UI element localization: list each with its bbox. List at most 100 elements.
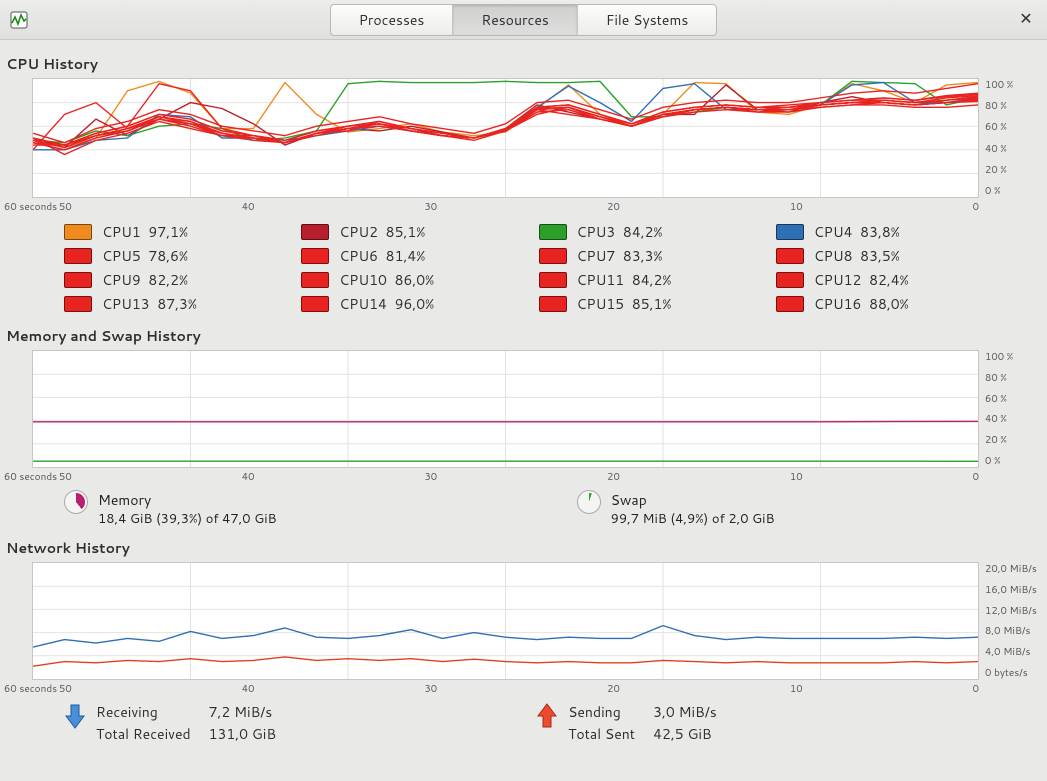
total-received-label: Total Received: [96, 724, 191, 744]
cpu-color-swatch: [301, 272, 329, 288]
cpu-legend-item[interactable]: CPU9 82,2%: [64, 270, 271, 290]
cpu-legend-item[interactable]: CPU2 85,1%: [301, 222, 508, 242]
cpu-legend-label: CPU12 82,4%: [814, 270, 909, 290]
yaxis-tick: 100 %: [985, 350, 1039, 364]
xaxis-tick: 10: [790, 682, 803, 696]
xaxis-tick: 50: [59, 200, 72, 214]
total-received-value: 131,0 GiB: [209, 724, 276, 744]
yaxis-tick: 16,0 MiB/s: [985, 583, 1039, 597]
cpu-legend-item[interactable]: CPU16 88,0%: [776, 294, 983, 314]
cpu-legend-label: CPU5 78,6%: [102, 246, 188, 266]
cpu-yaxis: 100 %80 %60 %40 %20 %0 %: [979, 78, 1039, 198]
system-monitor-icon: [10, 11, 28, 29]
tab-file-systems[interactable]: File Systems: [578, 5, 716, 35]
yaxis-tick: 60 %: [985, 392, 1039, 406]
cpu-legend-item[interactable]: CPU8 83,5%: [776, 246, 983, 266]
cpu-color-swatch: [776, 272, 804, 288]
cpu-color-swatch: [301, 296, 329, 312]
xaxis-tick: 20: [607, 470, 620, 484]
xaxis-tick: 0: [973, 200, 979, 214]
memory-xaxis: 60 seconds 50403020100: [4, 470, 1043, 484]
cpu-legend-label: CPU8 83,5%: [814, 246, 900, 266]
memory-history-title: Memory and Swap History: [6, 326, 1041, 346]
sending-value: 3,0 MiB/s: [653, 702, 717, 722]
yaxis-tick: 12,0 MiB/s: [985, 604, 1039, 618]
cpu-legend-item[interactable]: CPU14 96,0%: [301, 294, 508, 314]
sending-label: Sending: [568, 702, 635, 722]
cpu-legend-item[interactable]: CPU7 83,3%: [539, 246, 746, 266]
cpu-legend-label: CPU13 87,3%: [102, 294, 197, 314]
memory-legend-item: Memory 18,4 GiB (39,3%) of 47,0 GiB: [64, 490, 277, 528]
download-arrow-icon: [64, 702, 86, 730]
swap-legend-item: Swap 99,7 MiB (4,9%) of 2,0 GiB: [577, 490, 775, 528]
network-chart: [32, 562, 979, 680]
xaxis-tick: 50: [59, 682, 72, 696]
cpu-color-swatch: [64, 224, 92, 240]
network-history-title: Network History: [6, 538, 1041, 558]
cpu-chart: [32, 78, 979, 198]
memory-chart: [32, 350, 979, 468]
yaxis-tick: 40 %: [985, 142, 1039, 156]
xaxis-tick: 0: [973, 682, 979, 696]
cpu-legend-item[interactable]: CPU10 86,0%: [301, 270, 508, 290]
cpu-legend-item[interactable]: CPU3 84,2%: [539, 222, 746, 242]
cpu-legend-label: CPU4 83,8%: [814, 222, 900, 242]
cpu-legend-label: CPU3 84,2%: [577, 222, 663, 242]
view-tabs: Processes Resources File Systems: [330, 4, 718, 36]
tab-resources[interactable]: Resources: [453, 5, 577, 35]
yaxis-tick: 20,0 MiB/s: [985, 562, 1039, 576]
xaxis-tick: 20: [607, 682, 620, 696]
cpu-legend-item[interactable]: CPU4 83,8%: [776, 222, 983, 242]
memory-value: 18,4 GiB (39,3%) of 47,0 GiB: [98, 510, 277, 528]
sending-legend-item: Sending 3,0 MiB/s Total Sent 42,5 GiB: [536, 702, 717, 744]
yaxis-tick: 0 %: [985, 454, 1039, 468]
tab-processes[interactable]: Processes: [331, 5, 454, 35]
cpu-legend: CPU1 97,1% CPU2 85,1% CPU3 84,2% CPU4 83,8%…: [4, 214, 1043, 320]
cpu-color-swatch: [539, 272, 567, 288]
yaxis-tick: 80 %: [985, 99, 1039, 113]
swap-label: Swap: [611, 490, 775, 510]
xaxis-tick: 0: [973, 470, 979, 484]
cpu-legend-item[interactable]: CPU12 82,4%: [776, 270, 983, 290]
cpu-legend-item[interactable]: CPU11 84,2%: [539, 270, 746, 290]
network-yaxis: 20,0 MiB/s16,0 MiB/s12,0 MiB/s8,0 MiB/s4…: [979, 562, 1039, 680]
xaxis-tick: 10: [790, 470, 803, 484]
xaxis-tick: 30: [424, 200, 437, 214]
receiving-legend-item: Receiving 7,2 MiB/s Total Received 131,0…: [64, 702, 276, 744]
cpu-color-swatch: [539, 296, 567, 312]
xaxis-tick: 30: [424, 470, 437, 484]
cpu-color-swatch: [301, 248, 329, 264]
cpu-legend-item[interactable]: CPU15 85,1%: [539, 294, 746, 314]
cpu-legend-label: CPU10 86,0%: [339, 270, 434, 290]
titlebar: Processes Resources File Systems ✕: [0, 0, 1047, 40]
yaxis-tick: 0 %: [985, 184, 1039, 198]
cpu-legend-label: CPU15 85,1%: [577, 294, 672, 314]
cpu-color-swatch: [64, 272, 92, 288]
cpu-legend-label: CPU14 96,0%: [339, 294, 434, 314]
total-sent-label: Total Sent: [568, 724, 635, 744]
cpu-color-swatch: [64, 296, 92, 312]
swap-pie-icon: [577, 490, 601, 514]
memory-pie-icon: [64, 490, 88, 514]
cpu-legend-item[interactable]: CPU6 81,4%: [301, 246, 508, 266]
yaxis-tick: 0 bytes/s: [985, 666, 1039, 680]
memory-yaxis: 100 %80 %60 %40 %20 %0 %: [979, 350, 1039, 468]
cpu-legend-label: CPU6 81,4%: [339, 246, 425, 266]
yaxis-tick: 60 %: [985, 120, 1039, 134]
cpu-legend-item[interactable]: CPU5 78,6%: [64, 246, 271, 266]
cpu-color-swatch: [539, 248, 567, 264]
cpu-legend-item[interactable]: CPU13 87,3%: [64, 294, 271, 314]
cpu-color-swatch: [776, 248, 804, 264]
close-icon[interactable]: ✕: [1017, 10, 1035, 28]
receiving-value: 7,2 MiB/s: [209, 702, 276, 722]
xaxis-tick: 10: [790, 200, 803, 214]
cpu-legend-label: CPU11 84,2%: [577, 270, 672, 290]
yaxis-tick: 8,0 MiB/s: [985, 624, 1039, 638]
upload-arrow-icon: [536, 702, 558, 730]
cpu-legend-item[interactable]: CPU1 97,1%: [64, 222, 271, 242]
cpu-legend-label: CPU9 82,2%: [102, 270, 188, 290]
xaxis-tick: 20: [607, 200, 620, 214]
memory-label: Memory: [98, 490, 277, 510]
cpu-color-swatch: [539, 224, 567, 240]
yaxis-tick: 20 %: [985, 163, 1039, 177]
